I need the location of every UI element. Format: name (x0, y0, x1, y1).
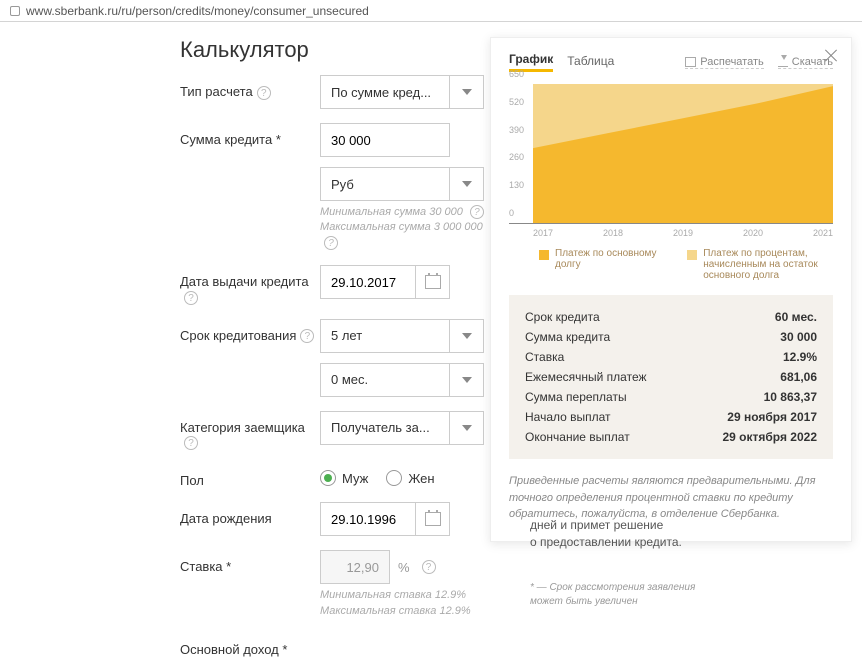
label-issue-date: Дата выдачи кредита? (180, 265, 320, 305)
radio-icon (386, 470, 402, 486)
help-icon[interactable]: ? (470, 205, 484, 219)
category-select-btn[interactable] (450, 411, 484, 445)
issue-date-input[interactable] (320, 265, 416, 299)
calendar-icon (425, 512, 441, 526)
label-term: Срок кредитования? (180, 319, 320, 344)
payment-chart: 0130260390520650 (509, 84, 833, 224)
gender-male-radio[interactable]: Муж (320, 470, 368, 486)
label-category: Категория заемщика? (180, 411, 320, 451)
calc-type-select[interactable]: По сумме кред... (320, 75, 450, 109)
below-text: дней и примет решение о предоставлении к… (530, 517, 730, 551)
label-rate: Ставка * (180, 550, 320, 574)
rate-input[interactable] (320, 550, 390, 584)
help-icon[interactable]: ? (422, 560, 436, 574)
chevron-down-icon (462, 377, 472, 383)
amount-hint: Минимальная сумма 30 000 ? Максимальная … (320, 205, 490, 251)
calendar-icon (425, 275, 441, 289)
amount-input[interactable] (320, 123, 450, 157)
chevron-down-icon (462, 89, 472, 95)
label-income: Основной доход * (180, 633, 320, 657)
results-panel: График Таблица Распечатать Скачать 01302… (490, 37, 852, 542)
gender-female-radio[interactable]: Жен (386, 470, 434, 486)
term-months-select-btn[interactable] (450, 363, 484, 397)
calc-type-select-btn[interactable] (450, 75, 484, 109)
label-gender: Пол (180, 464, 320, 488)
dob-picker-btn[interactable] (416, 502, 450, 536)
legend-interest: Платеж по процентам, начисленным на оста… (687, 248, 833, 281)
lock-icon (10, 6, 20, 16)
label-calc-type: Тип расчета? (180, 75, 320, 100)
issue-date-picker-btn[interactable] (416, 265, 450, 299)
stats-block: Срок кредита60 мес. Сумма кредита30 000 … (509, 295, 833, 459)
currency-select-btn[interactable] (450, 167, 484, 201)
disclaimer: Приведенные расчеты являются предварител… (509, 473, 833, 523)
term-years-select-btn[interactable] (450, 319, 484, 353)
print-icon (685, 57, 696, 67)
help-icon[interactable]: ? (300, 329, 314, 343)
term-months-select[interactable]: 0 мес. (320, 363, 450, 397)
term-years-select[interactable]: 5 лет (320, 319, 450, 353)
chevron-down-icon (462, 425, 472, 431)
dob-input[interactable] (320, 502, 416, 536)
below-note: * — Срок рассмотрения заявления может бы… (530, 581, 730, 609)
chevron-down-icon (462, 333, 472, 339)
help-icon[interactable]: ? (184, 291, 198, 305)
print-link[interactable]: Распечатать (685, 56, 763, 69)
rate-hint: Минимальная ставка 12.9% Максимальная ст… (320, 588, 490, 619)
url-text: www.sberbank.ru/ru/person/credits/money/… (26, 4, 369, 18)
help-icon[interactable]: ? (184, 436, 198, 450)
label-amount: Сумма кредита * (180, 123, 320, 147)
chevron-down-icon (462, 181, 472, 187)
category-select[interactable]: Получатель за... (320, 411, 450, 445)
radio-icon (320, 470, 336, 486)
help-icon[interactable]: ? (324, 236, 338, 250)
tab-table[interactable]: Таблица (567, 54, 614, 71)
label-dob: Дата рождения (180, 502, 320, 526)
close-icon[interactable] (823, 48, 839, 64)
address-bar[interactable]: www.sberbank.ru/ru/person/credits/money/… (0, 0, 862, 22)
download-icon (778, 57, 788, 67)
help-icon[interactable]: ? (257, 86, 271, 100)
currency-select[interactable]: Руб (320, 167, 450, 201)
rate-pct: % (398, 560, 410, 575)
legend-principal: Платеж по основному долгу (539, 248, 667, 281)
